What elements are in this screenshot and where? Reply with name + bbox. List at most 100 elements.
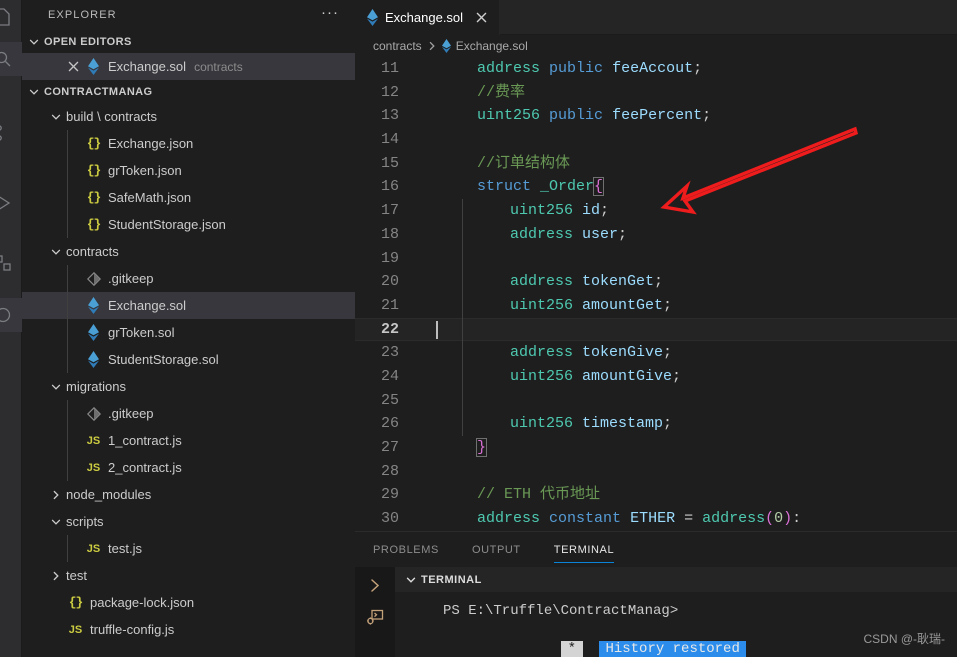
code-line[interactable]: 30 address constant ETHER = address(0): — [355, 507, 957, 531]
breadcrumb-item-exchange-sol[interactable]: Exchange.sol — [441, 39, 528, 53]
close-icon[interactable] — [473, 10, 489, 26]
panel-tab-problems[interactable]: PROBLEMS — [373, 532, 439, 567]
tree-row[interactable]: Exchange.sol — [22, 292, 355, 319]
code-line[interactable]: 20 address tokenGet; — [355, 270, 957, 294]
tree-row[interactable]: grToken.sol — [22, 319, 355, 346]
explorer-files-icon[interactable] — [0, 2, 18, 32]
solidity-icon — [84, 58, 103, 76]
code-line[interactable]: 23 address tokenGive; — [355, 341, 957, 365]
chevron-right-icon[interactable] — [361, 572, 389, 598]
tree-folder-label: node_modules — [66, 487, 152, 502]
explorer-more-actions-icon[interactable]: ··· — [321, 5, 345, 20]
tree-folder-label: scripts — [66, 514, 104, 529]
bottom-panel: PROBLEMS OUTPUT TERMINAL TERMINAL PS E:\… — [355, 531, 957, 657]
code-token: 0 — [774, 510, 784, 528]
code-line[interactable]: 24 uint256 amountGive; — [355, 365, 957, 389]
tab-exchange-sol[interactable]: Exchange.sol — [355, 0, 501, 35]
code-token: address — [510, 344, 574, 362]
code-line[interactable]: 25 — [355, 389, 957, 413]
tree-file-label: StudentStorage.json — [108, 217, 226, 232]
code-editor[interactable]: 11 address public feeAccout; 12 //费率 13 uint2… — [355, 57, 957, 531]
code-line[interactable]: 18 address user; — [355, 223, 957, 247]
terminal-section-header[interactable]: TERMINAL — [395, 567, 957, 592]
tree-row[interactable]: build \ contracts — [22, 103, 355, 130]
tree-file-label: test.js — [108, 541, 142, 556]
tree-row[interactable]: JS test.js — [22, 535, 355, 562]
tree-file-label: StudentStorage.sol — [108, 352, 219, 367]
code-line[interactable]: 16 struct _Order{ — [355, 175, 957, 199]
tree-folder-label: test — [66, 568, 87, 583]
code-line[interactable]: 13 uint256 public feePercent; — [355, 104, 957, 128]
tree-row[interactable]: JS truffle-config.js — [22, 616, 355, 643]
explorer-sidebar: EXPLORER ··· OPEN EDITORS Exchange.sol c… — [22, 0, 355, 657]
run-debug-icon[interactable] — [0, 188, 18, 218]
tree-file-label: package-lock.json — [90, 595, 195, 610]
tree-row[interactable]: node_modules — [22, 481, 355, 508]
source-control-icon[interactable] — [0, 118, 18, 148]
code-token: uint256 — [510, 367, 574, 385]
code-line[interactable]: 12 //费率 — [355, 81, 957, 105]
code-line[interactable]: 19 — [355, 247, 957, 271]
breadcrumb-item-contracts[interactable]: contracts — [373, 39, 422, 53]
code-line[interactable]: 26 uint256 timestamp; — [355, 412, 957, 436]
open-editor-item-exchange-sol[interactable]: Exchange.sol contracts — [22, 53, 355, 80]
tree-row[interactable]: migrations — [22, 373, 355, 400]
tree-row[interactable]: {} package-lock.json — [22, 589, 355, 616]
tree-row[interactable]: StudentStorage.sol — [22, 346, 355, 373]
code-line[interactable]: 22 — [355, 317, 957, 342]
vscode-window: EXPLORER ··· OPEN EDITORS Exchange.sol c… — [0, 0, 957, 657]
git-icon — [84, 405, 103, 423]
tree-file-label: Exchange.json — [108, 136, 194, 151]
code-token: public — [549, 107, 604, 125]
panel-tab-output[interactable]: OUTPUT — [472, 532, 521, 567]
remote-explorer-icon[interactable] — [0, 300, 18, 330]
code-lines[interactable]: 11 address public feeAccout; 12 //费率 13 uint2… — [355, 57, 957, 531]
tree-row[interactable]: JS 2_contract.js — [22, 454, 355, 481]
history-restored-text: History restored — [599, 641, 746, 657]
code-token: tokenGet — [582, 273, 655, 291]
explorer-title-bar: EXPLORER ··· — [22, 0, 355, 30]
extensions-icon[interactable] — [0, 248, 18, 278]
code-line[interactable]: 11 address public feeAccout; — [355, 57, 957, 81]
code-line[interactable]: 17 uint256 id; — [355, 199, 957, 223]
terminal-output[interactable]: PS E:\Truffle\ContractManag> * History r… — [395, 592, 957, 657]
chevron-down-icon — [26, 34, 42, 50]
debug-console-icon[interactable] — [361, 604, 389, 630]
tree-row[interactable]: {} StudentStorage.json — [22, 211, 355, 238]
json-icon: {} — [68, 595, 84, 610]
tree-row[interactable]: test — [22, 562, 355, 589]
solidity-icon — [367, 9, 378, 26]
line-number: 15 — [380, 154, 399, 172]
code-token: address — [510, 225, 574, 243]
code-token: ; — [618, 225, 628, 243]
code-line[interactable]: 27} — [355, 436, 957, 460]
tree-file-label: grToken.sol — [108, 325, 175, 340]
open-editors-section-header[interactable]: OPEN EDITORS — [22, 30, 355, 53]
tree-row[interactable]: contracts — [22, 238, 355, 265]
code-line[interactable]: 28 — [355, 460, 957, 484]
code-line[interactable]: 21 uint256 amountGet; — [355, 294, 957, 318]
tree-row[interactable]: JS 1_contract.js — [22, 427, 355, 454]
tree-row[interactable]: scripts — [22, 508, 355, 535]
code-token: uint256 — [477, 107, 541, 125]
panel-tab-terminal[interactable]: TERMINAL — [553, 532, 615, 567]
code-line[interactable]: 29 // ETH 代币地址 — [355, 483, 957, 507]
search-icon[interactable] — [0, 44, 18, 74]
tree-file-label: .gitkeep — [108, 271, 154, 286]
tree-row[interactable]: .gitkeep — [22, 265, 355, 292]
close-icon[interactable] — [64, 58, 82, 76]
tree-row[interactable]: .gitkeep — [22, 400, 355, 427]
code-line[interactable]: 15 //订单结构体 — [355, 152, 957, 176]
tree-file-label: Exchange.sol — [108, 298, 187, 313]
line-number: 18 — [380, 225, 399, 243]
workspace-section-header[interactable]: CONTRACTMANAG — [22, 80, 355, 103]
line-number: 30 — [380, 510, 399, 528]
tree-row[interactable]: {} SafeMath.json — [22, 184, 355, 211]
tree-row[interactable]: {} grToken.json — [22, 157, 355, 184]
code-line[interactable]: 14 — [355, 128, 957, 152]
tree-row[interactable]: {} Exchange.json — [22, 130, 355, 157]
line-number: 26 — [380, 415, 399, 433]
tab-active-accent — [355, 0, 500, 1]
